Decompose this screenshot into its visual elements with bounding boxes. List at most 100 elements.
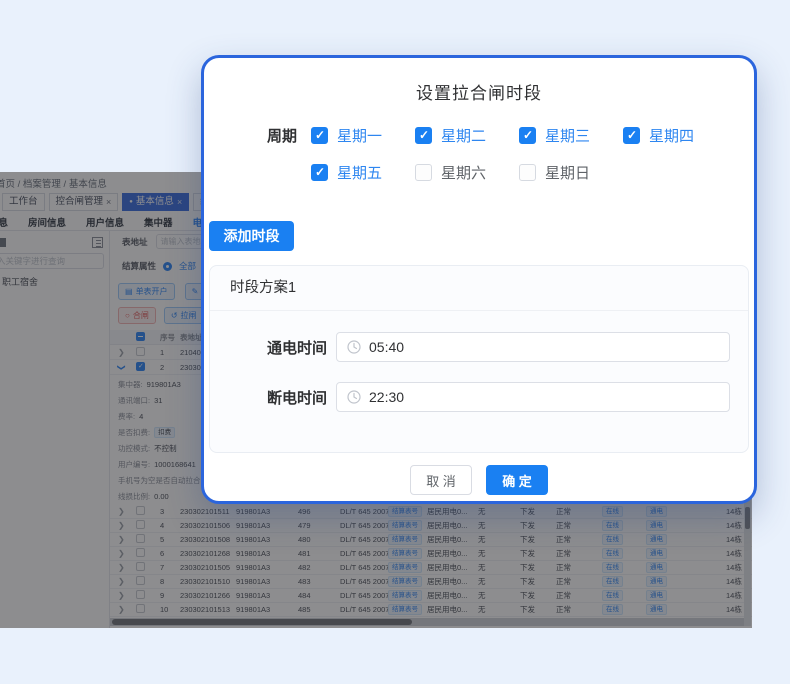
weekday-checkbox-item[interactable]: 星期日 — [519, 162, 623, 183]
cell-concentrator: 919801A3 — [236, 507, 298, 516]
weekday-checkbox-item[interactable]: 星期六 — [415, 162, 519, 183]
row-checkbox[interactable] — [136, 590, 145, 599]
cancel-button[interactable]: 取 消 — [410, 465, 472, 495]
cell-meter-address: 230302101505 — [180, 563, 236, 572]
cell-seq: 4 — [160, 521, 180, 530]
table-row[interactable]: ❯ 9 230302101266 919801A3 484 DL/T 645 2… — [110, 589, 752, 603]
clock-icon — [347, 340, 361, 354]
row-checkbox[interactable] — [136, 347, 145, 356]
radio-all-label[interactable]: 全部 — [179, 260, 196, 272]
checkbox-icon[interactable] — [415, 127, 432, 144]
table-row[interactable]: ❯ 8 230302101510 919801A3 483 DL/T 645 2… — [110, 575, 752, 589]
cell-send: 下发 — [520, 562, 556, 573]
table-row[interactable]: ❯ 5 230302101508 919801A3 480 DL/T 645 2… — [110, 533, 752, 547]
cell-send: 下发 — [520, 604, 556, 615]
detail-label: 用户编号: — [118, 459, 150, 470]
row-checkbox[interactable] — [136, 576, 145, 585]
row-checkbox[interactable] — [136, 506, 145, 515]
settlement-attr-filter: 结算属性 全部 — [122, 260, 196, 272]
table-row[interactable]: ❯ 10 230302101513 919801A3 485 DL/T 645 … — [110, 603, 752, 617]
add-period-button[interactable]: 添加时段 — [209, 221, 294, 251]
expand-chevron-icon[interactable]: ❯ — [118, 521, 125, 530]
online-tag: 在线 — [602, 548, 623, 559]
radio-selected-icon[interactable] — [163, 262, 172, 271]
cell-none: 无 — [478, 506, 520, 517]
close-switch-button[interactable]: ○ 合闸 — [118, 307, 156, 324]
power-off-time-input[interactable]: 22:30 — [336, 382, 730, 412]
open-account-button[interactable]: ▤ 单表开户 — [118, 283, 175, 300]
table-row[interactable]: ❯ 6 230302101268 919801A3 481 DL/T 645 2… — [110, 547, 752, 561]
tag-tab[interactable]: ● 基本信息 × — [122, 193, 189, 211]
cell-status: 正常 — [556, 548, 602, 559]
cell-usage-type: 居民用电0... — [427, 548, 478, 559]
clock-icon — [347, 390, 361, 404]
pull-switch-button[interactable]: ↺ 拉闸 — [164, 307, 204, 324]
cell-protocol: DL/T 645 2007 — [340, 549, 388, 558]
select-all-checkbox[interactable] — [136, 332, 145, 341]
table-row[interactable]: ❯ 4 230302101506 919801A3 479 DL/T 645 2… — [110, 519, 752, 533]
expand-chevron-icon[interactable]: ❯ — [118, 535, 125, 544]
weekday-checkbox-item[interactable]: 星期三 — [519, 125, 623, 146]
cell-status: 正常 — [556, 590, 602, 601]
tag-tab[interactable]: ● 控合闸管理 × — [49, 193, 119, 211]
nav-tab[interactable]: 集中器 — [144, 215, 173, 229]
expand-chevron-icon[interactable]: ❯ — [118, 563, 125, 572]
power-on-time-input[interactable]: 05:40 — [336, 332, 730, 362]
cell-seq: 6 — [160, 549, 180, 558]
collapse-chevron-icon[interactable]: ❯ — [117, 364, 126, 371]
power-on-label: 通电时间 — [210, 337, 327, 358]
row-checkbox[interactable] — [136, 604, 145, 613]
nav-tab[interactable]: 房间信息 — [28, 215, 66, 229]
cell-none: 无 — [478, 548, 520, 559]
checkbox-icon[interactable] — [311, 164, 328, 181]
checkbox-icon[interactable] — [623, 127, 640, 144]
row-checkbox[interactable] — [136, 520, 145, 529]
tree-item[interactable]: 职工宿舍 — [2, 275, 38, 288]
cell-seq: 3 — [160, 507, 180, 516]
close-icon[interactable]: × — [106, 194, 111, 210]
cell-protocol: DL/T 645 2007 — [340, 591, 388, 600]
expand-chevron-icon[interactable]: ❯ — [118, 348, 125, 357]
power-on-tag: 通电 — [646, 534, 667, 545]
weekday-label: 星期六 — [441, 162, 486, 183]
document-icon: ▤ — [125, 288, 133, 296]
checkbox-icon[interactable] — [415, 164, 432, 181]
confirm-button[interactable]: 确 定 — [486, 465, 548, 495]
row-checkbox[interactable] — [136, 362, 145, 371]
sidebar-search-input[interactable]: 请输入关键字进行查询 — [0, 253, 104, 269]
weekday-checkbox-item[interactable]: 星期四 — [623, 125, 727, 146]
cell-protocol: DL/T 645 2007 — [340, 563, 388, 572]
cell-usage-type: 居民用电0... — [427, 506, 478, 517]
meter-address-label: 表地址 — [122, 236, 148, 248]
checkbox-icon[interactable] — [311, 127, 328, 144]
close-icon[interactable]: × — [177, 194, 182, 210]
checkbox-icon[interactable] — [519, 164, 536, 181]
checkbox-icon[interactable] — [519, 127, 536, 144]
power-off-time-row: 断电时间 22:30 — [210, 382, 748, 412]
cell-concentrator: 919801A3 — [236, 591, 298, 600]
weekday-checkbox-item[interactable]: 星期二 — [415, 125, 519, 146]
weekday-checkbox-item[interactable]: 星期一 — [311, 125, 415, 146]
expand-chevron-icon[interactable]: ❯ — [118, 549, 125, 558]
weekday-label: 星期日 — [545, 162, 590, 183]
cell-none: 无 — [478, 604, 520, 615]
tree-collapse-icon[interactable] — [92, 237, 103, 248]
row-checkbox[interactable] — [136, 534, 145, 543]
vscroll-thumb[interactable] — [745, 507, 750, 529]
expand-chevron-icon[interactable]: ❯ — [118, 591, 125, 600]
horizontal-scrollbar[interactable] — [110, 618, 744, 626]
weekday-section: 周期 星期一 星期二 星期三 星期四 星期五 星期六 星期日 — [204, 124, 754, 183]
row-checkbox[interactable] — [136, 548, 145, 557]
table-row[interactable]: ❯ 3 230302101511 919801A3 496 DL/T 645 2… — [110, 505, 752, 519]
detail-value: 4 — [139, 412, 143, 421]
expand-chevron-icon[interactable]: ❯ — [118, 577, 125, 586]
hscroll-thumb[interactable] — [112, 619, 412, 625]
row-checkbox[interactable] — [136, 562, 145, 571]
tag-tab[interactable]: ● 工作台 × — [2, 193, 45, 211]
expand-chevron-icon[interactable]: ❯ — [118, 507, 125, 516]
weekday-checkbox-item[interactable]: 星期五 — [311, 162, 415, 183]
nav-tab[interactable]: 用户信息 — [86, 215, 124, 229]
nav-tab[interactable]: 楼栋信息 — [0, 215, 8, 229]
table-row[interactable]: ❯ 7 230302101505 919801A3 482 DL/T 645 2… — [110, 561, 752, 575]
expand-chevron-icon[interactable]: ❯ — [118, 605, 125, 614]
